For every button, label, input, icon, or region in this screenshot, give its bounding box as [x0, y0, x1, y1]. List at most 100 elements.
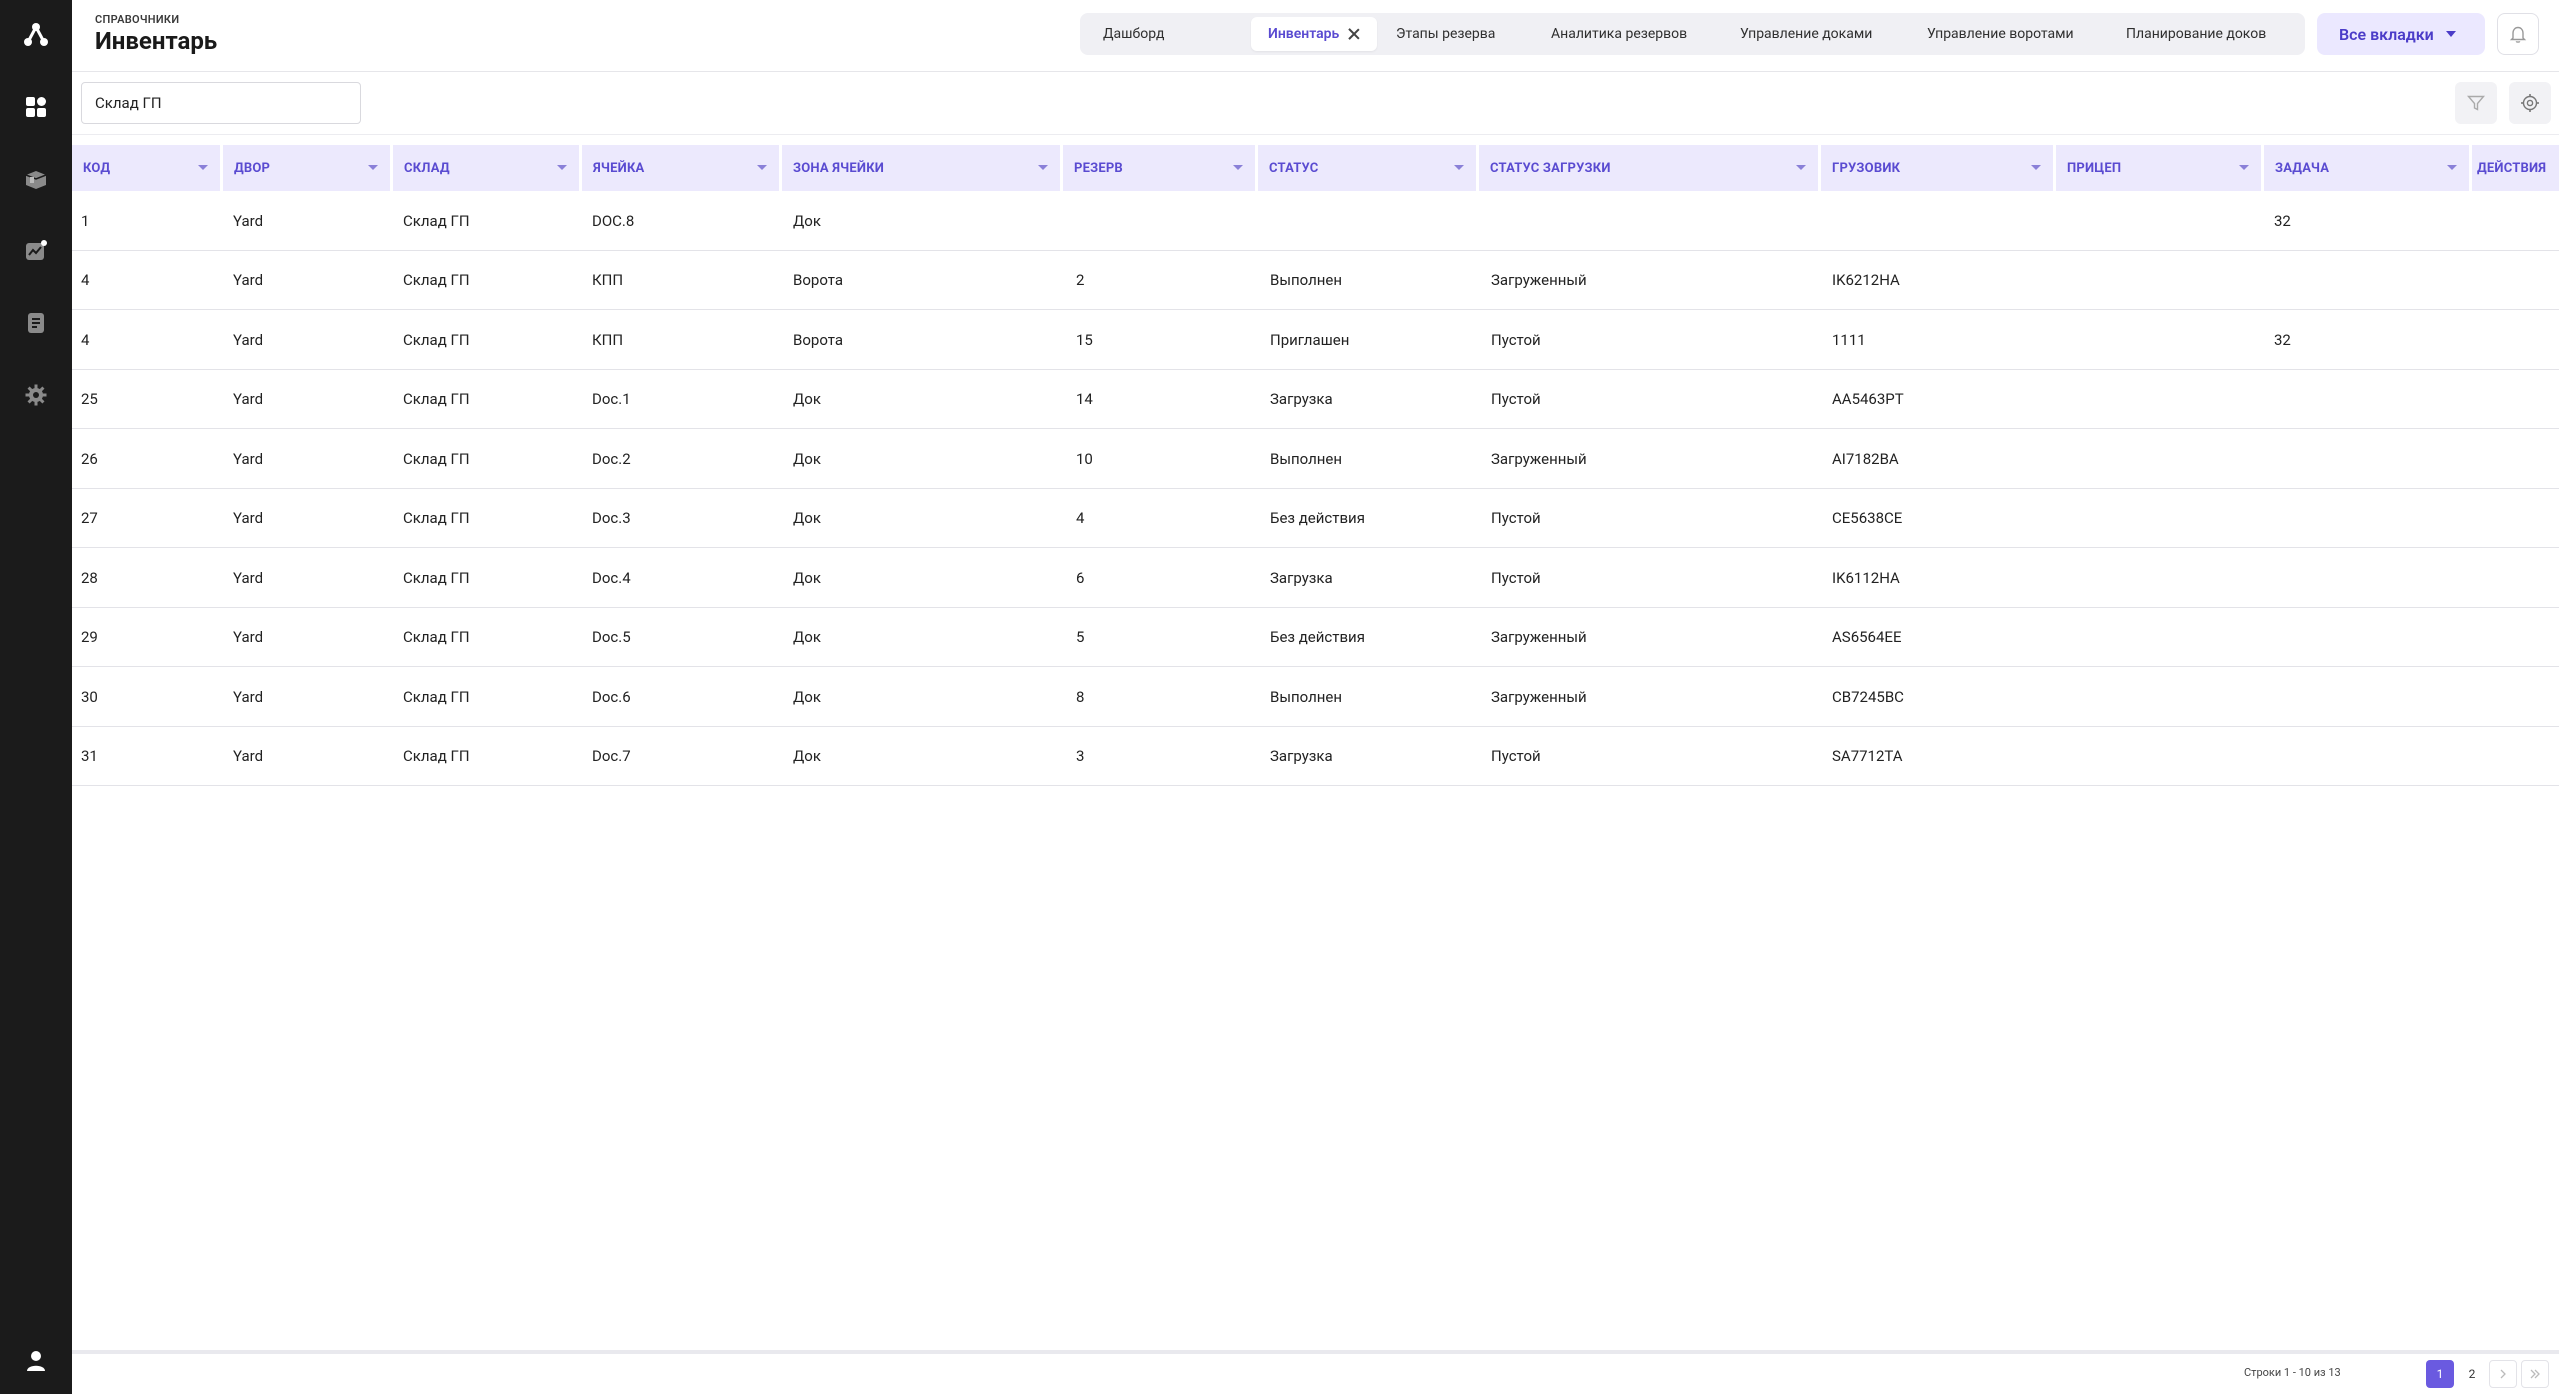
table-settings-button[interactable] [2509, 82, 2551, 124]
sort-icon[interactable] [2447, 165, 2457, 170]
tab-inventory[interactable]: Инвентарь [1251, 17, 1377, 51]
cell-load-status: Загруженный [1491, 628, 1587, 646]
cell-cell: Doc.7 [592, 747, 631, 765]
column-header-load-status[interactable]: СТАТУС ЗАГРУЗКИ [1479, 145, 1818, 191]
table-row[interactable]: 28 Yard Склад ГП Doc.4 Док 6 Загрузка Пу… [72, 548, 2559, 608]
chevron-down-icon [2445, 31, 2456, 37]
filter-icon [2466, 95, 2486, 111]
cell-cell-zone: Док [793, 628, 821, 646]
sort-icon[interactable] [1796, 165, 1806, 170]
cell-cell-zone: Док [793, 390, 821, 408]
cell-truck: CB7245BC [1832, 687, 1904, 706]
tab-reserve-analytics[interactable]: Аналитика резервов [1551, 17, 1687, 51]
sort-icon[interactable] [757, 165, 767, 170]
sort-icon[interactable] [1454, 165, 1464, 170]
cell-task: 32 [2274, 211, 2291, 230]
column-header-status[interactable]: СТАТУС [1258, 145, 1476, 191]
table-row[interactable]: 30 Yard Склад ГП Doc.6 Док 8 Выполнен За… [72, 667, 2559, 727]
sort-icon[interactable] [557, 165, 567, 170]
user-profile-icon[interactable] [0, 1341, 72, 1381]
tab-reserve-stages[interactable]: Этапы резерва [1396, 17, 1495, 51]
cell-yard: Yard [233, 449, 264, 468]
cell-status: Загрузка [1270, 747, 1333, 765]
column-header-trailer[interactable]: ПРИЦЕП [2056, 145, 2261, 191]
column-header-reserve[interactable]: РЕЗЕРВ [1063, 145, 1255, 191]
inventory-box-icon[interactable] [0, 159, 72, 199]
column-header-cell[interactable]: ЯЧЕЙКА [582, 145, 779, 191]
table-row[interactable]: 25 Yard Склад ГП Doc.1 Док 14 Загрузка П… [72, 370, 2559, 429]
page-button-1[interactable]: 1 [2426, 1360, 2454, 1388]
cell-load-status: Загруженный [1491, 687, 1587, 706]
column-header-cell-zone[interactable]: ЗОНА ЯЧЕЙКИ [782, 145, 1060, 191]
cell-reserve: 14 [1076, 390, 1093, 408]
close-icon[interactable] [1348, 28, 1360, 40]
cell-truck: AS6564EE [1832, 628, 1902, 646]
tab-dock-planning[interactable]: Планирование доков [2126, 17, 2266, 51]
table-row[interactable]: 4 Yard Склад ГП КПП Ворота 2 Выполнен За… [72, 251, 2559, 310]
column-header-warehouse[interactable]: СКЛАД [393, 145, 579, 191]
column-label: ГРУЗОВИК [1832, 160, 1901, 176]
search-input[interactable]: Склад ГП [81, 82, 361, 124]
cell-reserve: 3 [1076, 747, 1085, 765]
table-row[interactable]: 1 Yard Склад ГП DOC.8 Док 32 [72, 191, 2559, 251]
next-page-button[interactable] [2489, 1360, 2517, 1388]
cell-truck: SA7712TA [1832, 747, 1903, 765]
cell-code: 4 [81, 271, 90, 289]
analytics-chart-icon[interactable] [0, 231, 72, 271]
cell-cell: Doc.2 [592, 449, 631, 468]
cell-code: 26 [81, 449, 98, 468]
column-header-code[interactable]: КОД [72, 145, 220, 191]
sort-icon[interactable] [2031, 165, 2041, 170]
cell-reserve: 8 [1076, 687, 1085, 706]
logo-icon[interactable] [0, 15, 72, 55]
cell-load-status: Пустой [1491, 509, 1541, 527]
column-label: РЕЗЕРВ [1074, 160, 1123, 176]
breadcrumb[interactable]: СПРАВОЧНИКИ [95, 13, 179, 26]
column-label: КОД [83, 160, 111, 176]
page-button-2[interactable]: 2 [2458, 1360, 2486, 1388]
column-label: ЗАДАЧА [2275, 160, 2330, 176]
cell-truck: CE5638CE [1832, 509, 1903, 527]
notifications-button[interactable] [2497, 13, 2539, 55]
tab-label: Управление воротами [1927, 26, 2074, 42]
all-tabs-label: Все вкладки [2339, 24, 2434, 44]
tab-dock-management[interactable]: Управление доками [1740, 17, 1872, 51]
cell-yard: Yard [233, 330, 264, 349]
settings-gear-icon[interactable] [0, 375, 72, 415]
cell-truck: 1111 [1832, 330, 1866, 349]
dashboard-icon[interactable] [0, 87, 72, 127]
sort-icon[interactable] [198, 165, 208, 170]
sort-icon[interactable] [2239, 165, 2249, 170]
sort-icon[interactable] [1233, 165, 1243, 170]
tab-label: Этапы резерва [1396, 26, 1496, 42]
table-row[interactable]: 27 Yard Склад ГП Doc.3 Док 4 Без действи… [72, 489, 2559, 548]
cell-load-status: Загруженный [1491, 449, 1587, 468]
search-value: Склад ГП [95, 94, 162, 112]
table-row[interactable]: 4 Yard Склад ГП КПП Ворота 15 Приглашен … [72, 310, 2559, 370]
column-label: ПРИЦЕП [2067, 160, 2122, 176]
tab-dashboard[interactable]: Дашборд [1103, 17, 1164, 51]
filter-button[interactable] [2455, 82, 2497, 124]
cell-yard: Yard [233, 211, 264, 230]
cell-warehouse: Склад ГП [403, 509, 470, 527]
cell-cell-zone: Ворота [793, 271, 843, 289]
column-header-truck[interactable]: ГРУЗОВИК [1821, 145, 2053, 191]
cell-load-status: Загруженный [1491, 271, 1587, 289]
tab-gate-management[interactable]: Управление воротами [1927, 17, 2074, 51]
table-row[interactable]: 29 Yard Склад ГП Doc.5 Док 5 Без действи… [72, 608, 2559, 667]
tab-label: Аналитика резервов [1551, 26, 1688, 42]
cell-yard: Yard [233, 747, 264, 765]
table-row[interactable]: 31 Yard Склад ГП Doc.7 Док 3 Загрузка Пу… [72, 727, 2559, 786]
column-header-yard[interactable]: ДВОР [223, 145, 390, 191]
last-page-button[interactable] [2521, 1360, 2549, 1388]
sort-icon[interactable] [368, 165, 378, 170]
all-tabs-dropdown[interactable]: Все вкладки [2317, 13, 2485, 55]
table-row[interactable]: 26 Yard Склад ГП Doc.2 Док 10 Выполнен З… [72, 429, 2559, 489]
sort-icon[interactable] [1038, 165, 1048, 170]
cell-code: 4 [81, 330, 90, 349]
cell-cell-zone: Ворота [793, 330, 843, 349]
documents-icon[interactable] [0, 303, 72, 343]
page-title: Инвентарь [95, 27, 218, 55]
cell-yard: Yard [233, 568, 264, 587]
column-header-task[interactable]: ЗАДАЧА [2264, 145, 2469, 191]
